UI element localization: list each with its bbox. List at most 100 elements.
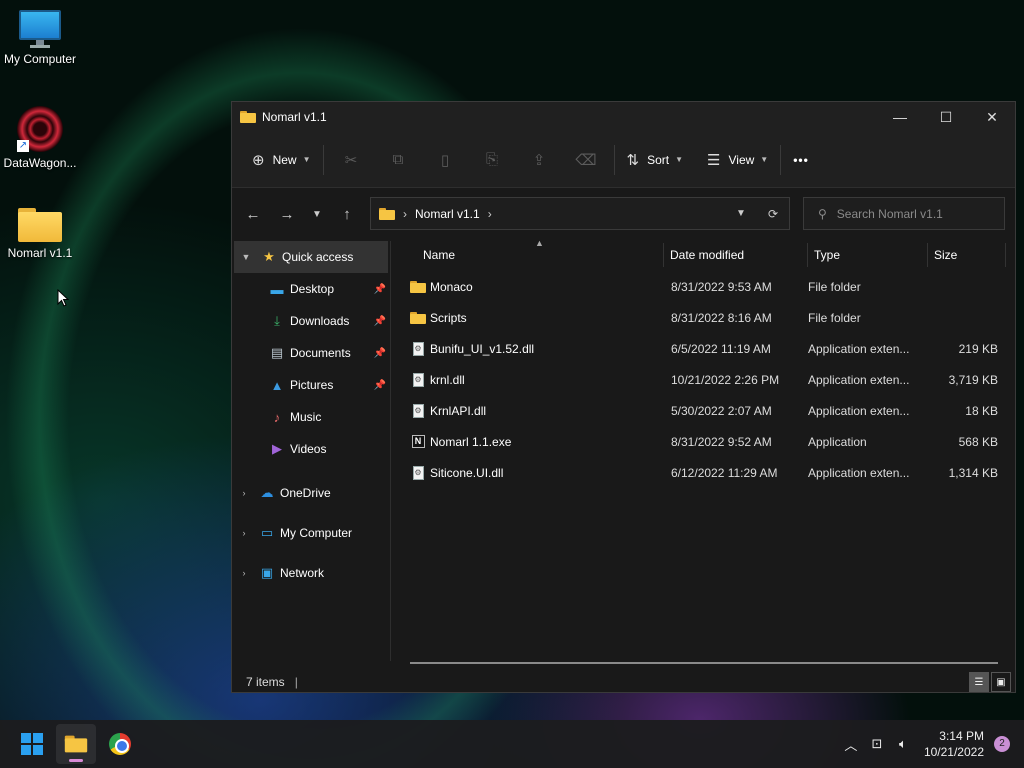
cut-button[interactable]: ✂ xyxy=(328,144,375,176)
file-row[interactable]: Monaco 8/31/2022 9:53 AM File folder xyxy=(398,271,1008,302)
sort-button[interactable]: ⇅ Sort ▼ xyxy=(619,144,692,176)
chevron-right-icon[interactable]: › xyxy=(232,488,256,498)
column-header-label: Name xyxy=(423,248,456,262)
chrome-icon xyxy=(109,733,131,755)
notification-badge[interactable]: 2 xyxy=(994,736,1010,752)
sidebar-item-documents[interactable]: ▤ Documents 📌 xyxy=(232,337,390,369)
file-size: 1,314 KB xyxy=(948,465,998,480)
file-type: File folder xyxy=(808,279,861,294)
column-header-type[interactable]: Type xyxy=(808,243,928,267)
file-name: Nomarl 1.1.exe xyxy=(430,434,512,449)
taskbar-chrome[interactable] xyxy=(100,724,140,764)
network-icon: ▣ xyxy=(260,565,274,580)
sidebar-item-label: Music xyxy=(290,410,322,424)
desktop-icon-nomarl-folder[interactable]: Nomarl v1.1 xyxy=(0,208,80,260)
sidebar-item-onedrive[interactable]: › ☁ OneDrive xyxy=(232,473,390,513)
sidebar-item-videos[interactable]: ▶ Videos xyxy=(232,433,390,465)
file-type: Application exten... xyxy=(808,465,910,480)
share-button[interactable]: ⇪ xyxy=(516,144,563,176)
start-button[interactable] xyxy=(12,724,52,764)
desktop-icon-label: DataWagon... xyxy=(3,156,77,170)
rename-button[interactable]: ⎘ xyxy=(469,144,516,176)
address-bar[interactable]: › Nomarl v1.1 › ▼ ⟳ xyxy=(370,197,790,230)
details-view-icon: ☰ xyxy=(974,676,984,688)
pictures-icon: ▲ xyxy=(270,377,284,393)
taskbar-file-explorer[interactable] xyxy=(56,724,96,764)
column-headers: ▲ Name Date modified Type Size xyxy=(398,238,1008,269)
file-size: 219 KB xyxy=(958,341,998,356)
sidebar-item-downloads[interactable]: ⤓ Downloads 📌 xyxy=(232,305,390,337)
details-view-button[interactable]: ☰ xyxy=(969,672,989,692)
file-row[interactable]: ⚙ krnl.dll 10/21/2022 2:26 PM Application… xyxy=(398,364,1008,395)
file-type: Application exten... xyxy=(808,372,910,387)
column-header-date[interactable]: Date modified xyxy=(664,243,808,267)
volume-icon[interactable]: 🔈︎ xyxy=(890,736,916,752)
arrow-left-icon: ← xyxy=(245,205,261,223)
file-size: 3,719 KB xyxy=(948,372,998,387)
sidebar-item-quick-access[interactable]: ▼ ★ Quick access xyxy=(234,241,388,273)
breadcrumb-chevron-icon[interactable]: › xyxy=(488,207,492,221)
horizontal-scrollbar[interactable] xyxy=(410,662,998,664)
more-options-button[interactable]: ••• xyxy=(785,144,817,176)
system-tray: ︿ ⊡ 🔈︎ 3:14 PM 10/21/2022 2 xyxy=(838,728,1024,760)
search-placeholder: Search Nomarl v1.1 xyxy=(836,206,943,221)
forward-button[interactable]: → xyxy=(270,206,304,223)
folder-icon xyxy=(410,310,426,326)
tiles-view-button[interactable]: ▣ xyxy=(991,672,1011,692)
dll-file-icon: ⚙ xyxy=(410,341,426,357)
file-row[interactable]: Scripts 8/31/2022 8:16 AM File folder xyxy=(398,302,1008,333)
up-button[interactable]: ↑ xyxy=(330,206,364,223)
chevron-right-icon[interactable]: › xyxy=(232,528,256,538)
sidebar-item-music[interactable]: ♪ Music xyxy=(232,401,390,433)
sidebar-item-network[interactable]: › ▣ Network xyxy=(232,553,390,593)
clock[interactable]: 3:14 PM 10/21/2022 xyxy=(924,728,984,760)
paste-button[interactable]: ▯ xyxy=(422,144,469,176)
delete-button[interactable]: ⌫ xyxy=(563,144,610,176)
chevron-right-icon[interactable]: › xyxy=(232,568,256,578)
file-explorer-window: Nomarl v1.1 — ☐ ✕ ⊕ New ▼ ✂ ⧉ ▯ ⎘ ⇪ ⌫ ⇅ … xyxy=(231,101,1016,693)
desktop-icon-my-computer[interactable]: My Computer xyxy=(0,10,80,66)
search-input[interactable]: ⚲ Search Nomarl v1.1 xyxy=(803,197,1005,230)
file-row[interactable]: ⚙ KrnlAPI.dll 5/30/2022 2:07 AM Applicati… xyxy=(398,395,1008,426)
network-status-icon[interactable]: ⊡ xyxy=(864,736,890,752)
show-hidden-icons-chevron-icon[interactable]: ︿ xyxy=(838,735,864,754)
recent-locations-button[interactable]: ▼ xyxy=(304,209,330,220)
address-history-dropdown[interactable]: ▼ xyxy=(725,208,757,219)
file-row[interactable]: ⚙ Bunifu_UI_v1.52.dll 6/5/2022 11:19 AM A… xyxy=(398,333,1008,364)
file-name: KrnlAPI.dll xyxy=(430,403,487,418)
sidebar-item-label: OneDrive xyxy=(280,486,331,500)
taskbar: ︿ ⊡ 🔈︎ 3:14 PM 10/21/2022 2 xyxy=(0,720,1024,768)
sidebar-item-label: Quick access xyxy=(282,250,354,264)
sidebar-item-my-computer[interactable]: › ▭ My Computer xyxy=(232,513,390,553)
pin-icon: 📌 xyxy=(373,379,386,391)
toolbar-divider xyxy=(322,144,324,175)
copy-button[interactable]: ⧉ xyxy=(375,144,422,176)
pane-divider[interactable] xyxy=(390,241,391,661)
toolbar-divider xyxy=(780,144,782,175)
file-row[interactable]: N Nomarl 1.1.exe 8/31/2022 9:52 AM Applic… xyxy=(398,426,1008,457)
sidebar-item-pictures[interactable]: ▲ Pictures 📌 xyxy=(232,369,390,401)
column-header-name[interactable]: Name xyxy=(398,243,664,267)
plus-circle-icon: ⊕ xyxy=(252,151,265,169)
new-button[interactable]: ⊕ New ▼ xyxy=(244,144,319,176)
file-size: 18 KB xyxy=(965,403,998,418)
desktop-icon-datawagon[interactable]: ↗ DataWagon... xyxy=(0,106,80,170)
minimize-button[interactable]: — xyxy=(877,102,923,132)
chevron-down-icon[interactable]: ▼ xyxy=(234,252,258,262)
rename-icon: ⎘ xyxy=(486,151,499,168)
back-button[interactable]: ← xyxy=(236,206,270,223)
sidebar-item-desktop[interactable]: ▬ Desktop 📌 xyxy=(232,273,390,305)
file-row[interactable]: ⚙ Siticone.UI.dll 6/12/2022 11:29 AM Appl… xyxy=(398,457,1008,488)
title-bar[interactable]: Nomarl v1.1 — ☐ ✕ xyxy=(232,102,1015,132)
clipboard-icon: ▯ xyxy=(440,151,450,169)
breadcrumb-segment[interactable]: Nomarl v1.1 xyxy=(415,207,480,221)
maximize-button[interactable]: ☐ xyxy=(923,102,969,132)
column-header-size[interactable]: Size xyxy=(928,243,1006,267)
refresh-icon[interactable]: ⟳ xyxy=(757,207,789,221)
clock-date: 10/21/2022 xyxy=(923,745,984,759)
windows-logo-icon xyxy=(21,733,43,755)
close-button[interactable]: ✕ xyxy=(969,102,1015,132)
view-button[interactable]: ☰ View ▼ xyxy=(699,144,776,176)
chevron-down-icon: ▼ xyxy=(302,155,311,164)
app-icon: ↗ xyxy=(17,106,63,152)
